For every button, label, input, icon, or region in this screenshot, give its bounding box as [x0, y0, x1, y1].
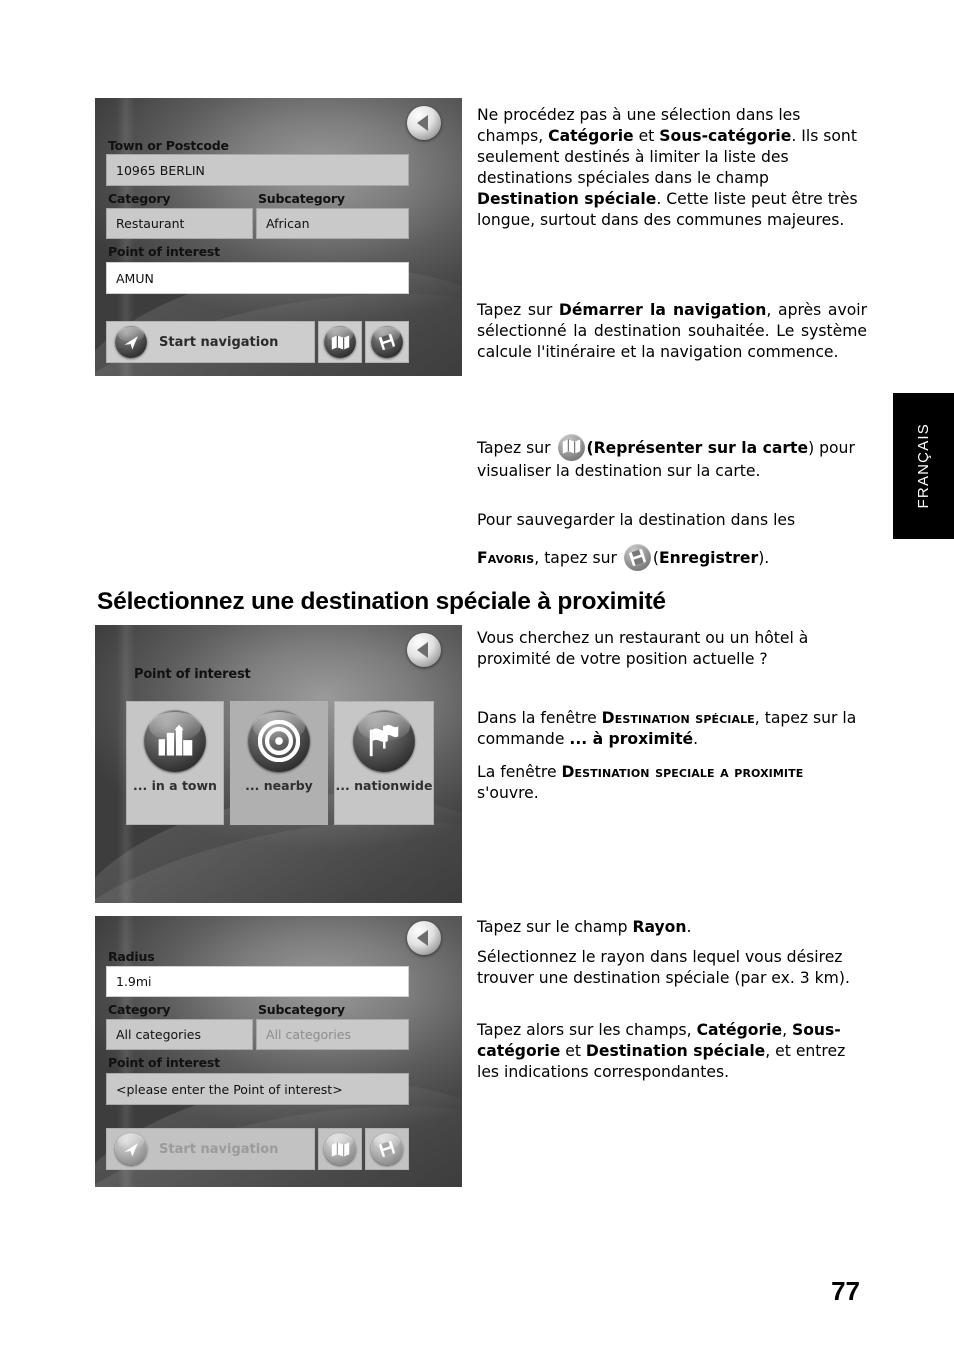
language-side-tab-label: FRANÇAIS — [915, 423, 932, 509]
paragraph-save-intro: Pour sauvegarder la destination dans les — [477, 510, 867, 531]
paragraph-select-radius: Sélectionnez le rayon dans lequel vous d… — [477, 947, 867, 989]
field-category[interactable]: Restaurant — [106, 208, 253, 239]
p3-bold-represent-on-map: Représenter sur la carte — [593, 439, 809, 457]
paragraph-save-favourites: Favoris, tapez sur (Enregistrer). — [477, 544, 867, 571]
p5-smallcaps-favoris: Favoris — [477, 549, 535, 567]
p1-part-c: et — [633, 126, 660, 145]
language-side-tab: FRANÇAIS — [893, 393, 954, 539]
city-buildings-icon — [144, 710, 206, 772]
field-point-of-interest[interactable]: AMUN — [106, 262, 409, 294]
field-town-or-postcode[interactable]: 10965 BERLIN — [106, 154, 409, 186]
p5-part-b: , tapez sur — [534, 549, 622, 567]
p3-part-b: ( — [586, 439, 594, 457]
field-subcategory[interactable]: African — [256, 208, 409, 239]
p7-smallcaps-destination-speciale: Destination spéciale — [601, 709, 755, 727]
p7-part-a: Dans la fenêtre — [477, 709, 602, 727]
page-number: 77 — [831, 1276, 860, 1306]
field-subcategory[interactable]: All categories — [256, 1019, 409, 1050]
p4-text: Pour sauvegarder la destination dans les — [477, 511, 796, 529]
tile-poi-nearby[interactable]: ... nearby — [230, 701, 328, 825]
start-navigation-button[interactable]: Start navigation — [106, 321, 315, 363]
p5-bold-enregistrer: Enregistrer — [658, 549, 759, 567]
p9-part-c: . — [686, 918, 692, 936]
p1-bold-special-destination: Destination spéciale — [477, 189, 657, 208]
p1-bold-category: Catégorie — [548, 126, 634, 145]
paragraph-open-nearby-command: Dans la fenêtre Destination spéciale, ta… — [477, 708, 867, 750]
show-on-map-icon — [557, 434, 585, 461]
field-label-subcategory: Subcategory — [258, 1002, 345, 1017]
paragraph-tap-radius-field: Tapez sur le champ Rayon. — [477, 917, 867, 938]
p2-part-a: Tapez sur — [477, 301, 559, 319]
save-destination-button[interactable] — [365, 321, 409, 363]
paragraph-window-opens: La fenêtre Destination speciale a proxim… — [477, 762, 867, 804]
action-bar: Start navigation — [106, 321, 409, 363]
action-bar: Start navigation — [106, 1128, 409, 1170]
tile-label-in-a-town: ... in a town — [133, 778, 217, 793]
navigation-arrow-icon — [115, 326, 147, 358]
p10-text: Sélectionnez le rayon dans lequel vous d… — [477, 948, 850, 987]
p11-part-a: Tapez alors sur les champs, — [477, 1021, 697, 1039]
show-on-map-icon — [324, 1133, 356, 1165]
screenshot-poi-scope-chooser: Point of interest ... in a town ... near… — [95, 625, 462, 903]
field-radius[interactable]: 1.9mi — [106, 966, 409, 997]
p9-bold-rayon: Rayon — [632, 918, 687, 936]
field-label-point-of-interest: Point of interest — [108, 244, 220, 259]
show-on-map-button[interactable] — [318, 1128, 362, 1170]
field-label-subcategory: Subcategory — [258, 191, 345, 206]
tile-label-nearby: ... nearby — [245, 778, 313, 793]
back-arrow-icon[interactable] — [407, 633, 441, 667]
back-arrow-icon[interactable] — [407, 921, 441, 955]
tile-label-nationwide: ... nationwide — [335, 778, 433, 793]
p2-bold-start-navigation: Démarrer la navigation — [558, 301, 767, 319]
field-label-category: Category — [108, 191, 171, 206]
paragraph-nearby-question: Vous cherchez un restaurant ou un hôtel … — [477, 628, 867, 670]
save-destination-button[interactable] — [365, 1128, 409, 1170]
save-floppy-icon — [371, 326, 403, 358]
paragraph-fill-fields: Tapez alors sur les champs, Catégorie, S… — [477, 1020, 867, 1083]
show-on-map-button[interactable] — [318, 321, 362, 363]
p8-part-a: La fenêtre — [477, 763, 562, 781]
paragraph-category-subcategory-note: Ne procédez pas à une sélection dans les… — [477, 105, 867, 231]
p9-part-a: Tapez sur le champ — [477, 918, 633, 936]
p6-text: Vous cherchez un restaurant ou un hôtel … — [477, 629, 809, 668]
screen-title-point-of-interest: Point of interest — [134, 667, 251, 682]
p7-bold-a-proximite: ... à proximité — [569, 729, 694, 748]
p11-part-e: et — [560, 1041, 586, 1060]
save-floppy-icon — [623, 544, 651, 571]
back-arrow-icon[interactable] — [407, 106, 441, 140]
start-navigation-label: Start navigation — [159, 1141, 279, 1157]
tile-poi-nationwide[interactable]: ... nationwide — [334, 701, 434, 825]
p5-part-e: ). — [758, 549, 770, 567]
field-label-radius: Radius — [108, 949, 155, 964]
p11-bold-categorie: Catégorie — [696, 1021, 783, 1039]
tile-poi-in-a-town[interactable]: ... in a town — [126, 701, 224, 825]
p8-part-c: s'ouvre. — [477, 783, 539, 802]
screenshot-poi-nearby-form: Radius 1.9mi Category All categories Sub… — [95, 916, 462, 1187]
paragraph-start-navigation: Tapez sur Démarrer la navigation, après … — [477, 300, 867, 363]
p3-part-a: Tapez sur — [477, 439, 556, 457]
field-label-point-of-interest: Point of interest — [108, 1055, 220, 1070]
p11-part-c: , — [782, 1021, 792, 1039]
target-rings-icon — [248, 710, 310, 772]
p1-bold-subcategory: Sous-catégorie — [659, 126, 792, 145]
start-navigation-button[interactable]: Start navigation — [106, 1128, 315, 1170]
p8-smallcaps-window-name: Destination speciale a proximite — [561, 763, 804, 781]
paragraph-show-on-map: Tapez sur (Représenter sur la carte) pou… — [477, 434, 867, 482]
save-floppy-icon — [371, 1133, 403, 1165]
section-heading-nearby-poi: Sélectionnez une destination spéciale à … — [97, 588, 666, 615]
field-label-category: Category — [108, 1002, 171, 1017]
p11-bold-destination-speciale: Destination spéciale — [585, 1041, 766, 1060]
flags-icon — [353, 710, 415, 772]
field-point-of-interest[interactable]: <please enter the Point of interest> — [106, 1073, 409, 1105]
navigation-arrow-icon — [115, 1133, 147, 1165]
start-navigation-label: Start navigation — [159, 334, 279, 350]
screenshot-poi-in-town: Town or Postcode 10965 BERLIN Category R… — [95, 98, 462, 376]
field-category[interactable]: All categories — [106, 1019, 253, 1050]
p7-part-e: . — [693, 729, 699, 748]
show-on-map-icon — [324, 326, 356, 358]
field-label-town-or-postcode: Town or Postcode — [108, 138, 229, 153]
